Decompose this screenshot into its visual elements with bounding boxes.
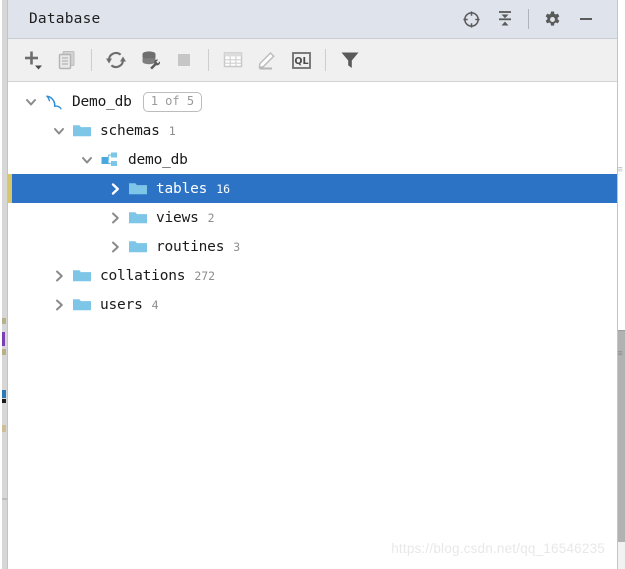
tree-node-count: 1 — [168, 123, 176, 138]
header-actions — [454, 0, 617, 38]
status-badge: 1 of 5 — [142, 91, 203, 112]
database-toolbar: QL — [8, 39, 617, 82]
edit-button — [250, 43, 284, 77]
open-table-editor-button — [216, 43, 250, 77]
refresh-button[interactable] — [99, 43, 133, 77]
header-separator — [528, 9, 529, 29]
modify-datasource-button[interactable] — [133, 43, 167, 77]
tree-node-label: routines — [156, 238, 225, 255]
background-artifact — [2, 399, 6, 403]
chevron-right-icon[interactable] — [48, 294, 70, 316]
schema-icon — [98, 150, 122, 170]
tree-node-count: 2 — [207, 210, 215, 225]
tree-node-tables[interactable]: tables 16 — [8, 174, 617, 203]
background-artifact — [2, 425, 6, 432]
duplicate-button — [50, 43, 84, 77]
folder-icon — [126, 208, 150, 228]
folder-icon — [126, 237, 150, 257]
tree-node-demo-db-datasource[interactable]: Demo_db 1 of 5 — [8, 87, 617, 116]
tree-node-label: collations — [100, 267, 186, 284]
settings-gear-icon[interactable] — [535, 2, 569, 36]
scroll-from-source-icon[interactable] — [454, 2, 488, 36]
tool-window-header: Database — [8, 0, 617, 39]
chevron-right-icon[interactable] — [48, 265, 70, 287]
chevron-right-icon[interactable] — [104, 236, 126, 258]
toolbar-separator — [325, 49, 326, 71]
tree-node-views[interactable]: views 2 — [8, 203, 617, 232]
background-artifact — [2, 390, 6, 398]
tree-node-demo-db-schema[interactable]: demo_db — [8, 145, 617, 174]
svg-text:QL: QL — [294, 56, 308, 67]
tree-node-schemas[interactable]: schemas 1 — [8, 116, 617, 145]
background-artifact — [2, 318, 6, 324]
chevron-down-icon[interactable] — [48, 120, 70, 142]
tree-node-count: 4 — [151, 297, 159, 312]
selection-indicator — [8, 174, 12, 203]
database-tool-window: ≡≡ ▌ ≋≋ Database — [0, 0, 625, 569]
tree-node-users[interactable]: users 4 — [8, 290, 617, 319]
chevron-right-icon[interactable] — [104, 207, 126, 229]
tree-node-count: 272 — [194, 268, 216, 283]
background-artifact — [2, 349, 6, 355]
toolbar-separator — [91, 49, 92, 71]
stop-button — [167, 43, 201, 77]
tree-node-routines[interactable]: routines 3 — [8, 232, 617, 261]
chevron-right-icon[interactable] — [104, 178, 126, 200]
folder-icon — [126, 179, 150, 199]
chevron-down-icon[interactable] — [76, 149, 98, 171]
filter-button[interactable] — [333, 43, 367, 77]
tree-node-label: demo_db — [128, 151, 188, 168]
tree-node-label: views — [156, 209, 199, 226]
background-artifact — [2, 332, 5, 346]
tool-window-frame: Database QL Demo_db 1 of 5 schemas 1 dem… — [7, 0, 618, 569]
mysql-dolphin-icon — [42, 92, 66, 112]
tree-node-label: users — [100, 296, 143, 313]
folder-icon — [70, 295, 94, 315]
tree-node-collations[interactable]: collations 272 — [8, 261, 617, 290]
collapse-all-icon[interactable] — [488, 2, 522, 36]
tree-node-count: 16 — [216, 181, 231, 196]
folder-icon — [70, 121, 94, 141]
toolbar-separator — [208, 49, 209, 71]
database-tree[interactable]: Demo_db 1 of 5 schemas 1 demo_dbtables 16 view… — [8, 82, 617, 568]
folder-icon — [70, 266, 94, 286]
tree-node-count: 3 — [233, 239, 241, 254]
tree-node-label: Demo_db — [72, 93, 132, 110]
page-title: Database — [29, 11, 101, 27]
tree-node-label: schemas — [100, 122, 160, 139]
chevron-down-icon[interactable] — [20, 91, 42, 113]
watermark: https://blog.csdn.net/qq_16546235 — [391, 541, 605, 556]
tree-node-label: tables — [156, 180, 208, 197]
query-console-button[interactable]: QL — [284, 43, 318, 77]
add-new-button[interactable] — [16, 43, 50, 77]
minimize-icon[interactable] — [569, 2, 603, 36]
